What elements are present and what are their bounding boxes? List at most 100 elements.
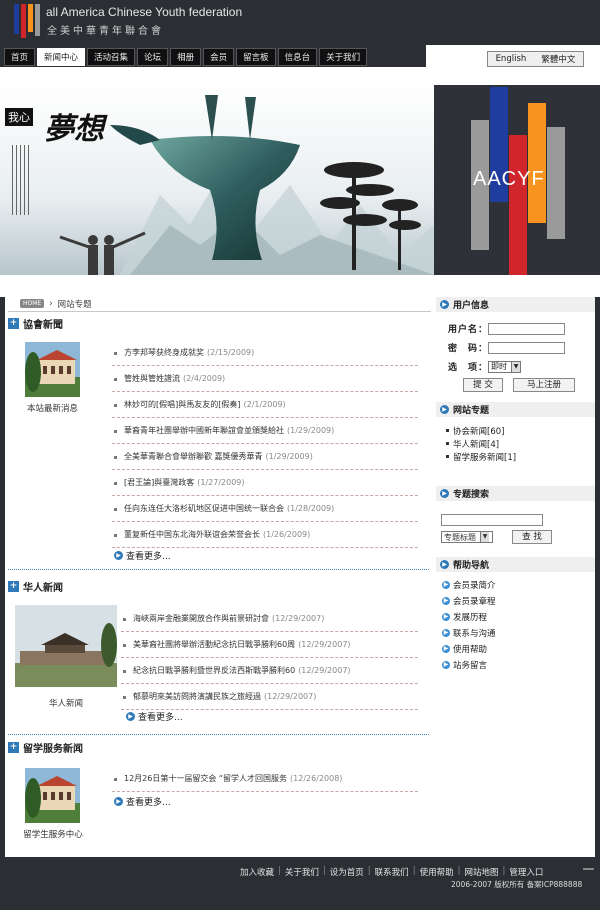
- main-content: HOME › 网站专题 + 協會新聞 本站最新消息 方李邦琴获终身成就奖 (2/1…: [5, 297, 595, 857]
- nav-item[interactable]: 活动召集: [87, 48, 136, 66]
- nav-item[interactable]: 会员: [203, 48, 235, 66]
- help-item[interactable]: ▶ 站务留言: [442, 657, 496, 673]
- arrow-right-icon: ▶: [442, 629, 450, 637]
- news-item[interactable]: 紀念抗日戰爭勝利暨世界反法西斯戰爭勝利60 (12/29/2007): [121, 658, 418, 684]
- news-title[interactable]: 任向东连任大洛杉矶地区促进中国统一联合会: [124, 503, 284, 514]
- section-caption: 留学生服务中心: [23, 830, 83, 840]
- logo-bar-gray: [35, 4, 40, 36]
- lang-english-link[interactable]: English: [496, 54, 527, 64]
- news-date: (2/1/2009): [243, 400, 286, 409]
- footer-link[interactable]: 管理入口: [509, 866, 543, 878]
- nav-item[interactable]: 首页: [4, 48, 36, 66]
- news-item[interactable]: 美華裔社團將舉辦活動紀念抗日戰爭勝利60周 (12/29/2007): [121, 632, 418, 658]
- news-title[interactable]: 方李邦琴获终身成就奖: [124, 347, 204, 358]
- section-thumbnail-association[interactable]: [25, 342, 80, 397]
- news-item[interactable]: 董复新任中国东北海外联谊会荣誉会长 (1/26/2009): [112, 522, 418, 548]
- section-title[interactable]: 华人新闻: [23, 579, 63, 594]
- news-title[interactable]: [君王論]與臺灣政客: [124, 477, 194, 488]
- news-item[interactable]: 林妙可的[假唱]與馬友友的[假奏] (2/1/2009): [112, 392, 418, 418]
- password-input[interactable]: [488, 341, 565, 354]
- nav-list: 首页 新闻中心 活动召集 论坛 相册 会员 留言板 信息台 关于我们: [4, 48, 368, 66]
- nav-item[interactable]: 信息台: [277, 48, 318, 66]
- option-select[interactable]: 即时 ▼: [488, 360, 521, 373]
- help-item[interactable]: ▶ 使用帮助: [442, 641, 496, 657]
- news-title[interactable]: 管姓與管姓譜流: [124, 373, 180, 384]
- news-item[interactable]: 華裔青年社團舉辦中國新年聯誼會並頒獎給社 (1/29/2009): [112, 418, 418, 444]
- copyright: 2006-2007 版权所有 备案ICP888888: [451, 880, 583, 889]
- lang-traditional-link[interactable]: 繁體中文: [541, 53, 575, 65]
- section-thumbnail-chinese[interactable]: [15, 605, 117, 687]
- scroll-top-icon[interactable]: [583, 868, 594, 875]
- footer-link[interactable]: 使用帮助: [420, 866, 454, 878]
- news-title[interactable]: 林妙可的[假唱]與馬友友的[假奏]: [124, 399, 240, 410]
- news-item[interactable]: 方李邦琴获终身成就奖 (2/15/2009): [112, 340, 418, 366]
- news-date: (1/27/2009): [197, 478, 245, 487]
- help-label: 站务留言: [453, 661, 488, 671]
- arrow-right-icon: ▶: [442, 613, 450, 621]
- help-item[interactable]: ▶ 会员录简介: [442, 577, 496, 593]
- help-item[interactable]: ▶ 发展历程: [442, 609, 496, 625]
- site-logo[interactable]: [14, 4, 40, 38]
- topic-search-select[interactable]: 专题标题 ▼: [441, 531, 493, 543]
- news-title[interactable]: 美華裔社團將舉辦活動紀念抗日戰爭勝利60周: [133, 639, 295, 650]
- username-label: 用户名：: [448, 325, 489, 335]
- help-item[interactable]: ▶ 会员录章程: [442, 593, 496, 609]
- breadcrumb-current: 网站专题: [57, 299, 92, 310]
- section-title[interactable]: 留学服务新闻: [23, 740, 83, 755]
- arrow-right-icon: ▶: [442, 661, 450, 669]
- help-label: 会员录章程: [453, 597, 496, 607]
- news-item[interactable]: 任向东连任大洛杉矶地区促进中国统一联合会 (1/28/2009): [112, 496, 418, 522]
- topic-search-input[interactable]: [441, 514, 543, 526]
- register-button[interactable]: 马上注册: [513, 378, 575, 392]
- arrow-right-icon: ▶: [442, 581, 450, 589]
- site-title-chinese: 全美中華青年聯合會: [47, 26, 164, 37]
- arrow-right-icon: ▶: [440, 560, 449, 569]
- more-link-chinese[interactable]: ▶ 查看更多...: [126, 710, 183, 723]
- section-thumbnail-study-abroad[interactable]: [25, 768, 80, 823]
- news-title[interactable]: 郁慕明來美訪問將演講民族之旅經過: [133, 691, 261, 702]
- news-item[interactable]: 海峽兩岸金融業開放合作與前景研討會 (12/29/2007): [121, 606, 418, 632]
- topic-label: 留学服务新闻[1]: [453, 452, 517, 463]
- nav-item[interactable]: 关于我们: [319, 48, 368, 66]
- panel-heading-user-info: ▶ 用户信息: [436, 297, 595, 312]
- more-link-association[interactable]: ▶ 查看更多...: [114, 549, 171, 562]
- news-item[interactable]: 12月26日第十一届留交会 “留学人才回国服务 (12/26/2008): [112, 766, 418, 792]
- panel-heading-topics: ▶ 网站专题: [436, 402, 595, 417]
- more-link-study-abroad[interactable]: ▶ 查看更多...: [114, 795, 171, 808]
- nav-item[interactable]: 相册: [170, 48, 202, 66]
- news-title[interactable]: 海峽兩岸金融業開放合作與前景研討會: [133, 613, 269, 624]
- news-date: (12/29/2007): [264, 692, 317, 701]
- section-divider: [8, 569, 429, 570]
- footer-link[interactable]: 设为首页: [330, 866, 364, 878]
- footer-link[interactable]: 加入收藏: [240, 866, 274, 878]
- nav-item[interactable]: 新闻中心: [37, 48, 86, 66]
- news-item[interactable]: 管姓與管姓譜流 (2/4/2009): [112, 366, 418, 392]
- news-item[interactable]: 郁慕明來美訪問將演講民族之旅經過 (12/29/2007): [121, 684, 418, 710]
- footer-link[interactable]: 网站地图: [464, 866, 498, 878]
- news-title[interactable]: 華裔青年社團舉辦中國新年聯誼會並頒獎給社: [124, 425, 284, 436]
- topic-item[interactable]: 华人新闻[4]: [446, 437, 516, 450]
- search-button[interactable]: 查 找: [512, 530, 552, 544]
- nav-item[interactable]: 留言板: [236, 48, 276, 66]
- nav-item[interactable]: 论坛: [137, 48, 169, 66]
- topic-item[interactable]: 留学服务新闻[1]: [446, 450, 516, 463]
- news-title[interactable]: 全美華青聯合會舉辦聯歡 嘉獎優秀華青: [124, 451, 263, 462]
- news-item[interactable]: 全美華青聯合會舉辦聯歡 嘉獎優秀華青 (1/29/2009): [112, 444, 418, 470]
- footer-link[interactable]: 关于我们: [285, 866, 319, 878]
- footer-link[interactable]: 联系我们: [375, 866, 409, 878]
- logo-bar-orange: [28, 4, 33, 32]
- topic-item[interactable]: 协会新闻[60]: [446, 424, 516, 437]
- username-input[interactable]: [488, 322, 565, 335]
- help-label: 发展历程: [453, 613, 488, 623]
- help-item[interactable]: ▶ 联系与沟通: [442, 625, 496, 641]
- news-item[interactable]: [君王論]與臺灣政客 (1/27/2009): [112, 470, 418, 496]
- section-title[interactable]: 協會新聞: [23, 316, 63, 331]
- news-title[interactable]: 12月26日第十一届留交会 “留学人才回国服务: [124, 773, 287, 784]
- news-title[interactable]: 紀念抗日戰爭勝利暨世界反法西斯戰爭勝利60: [133, 665, 295, 676]
- submit-button[interactable]: 提 交: [463, 378, 503, 392]
- bullet-icon: [446, 455, 449, 458]
- news-title[interactable]: 董复新任中国东北海外联谊会荣誉会长: [124, 529, 260, 540]
- password-row: 密 码：: [448, 341, 565, 354]
- breadcrumb: HOME › 网站专题: [20, 297, 92, 310]
- breadcrumb-home[interactable]: HOME: [20, 299, 45, 308]
